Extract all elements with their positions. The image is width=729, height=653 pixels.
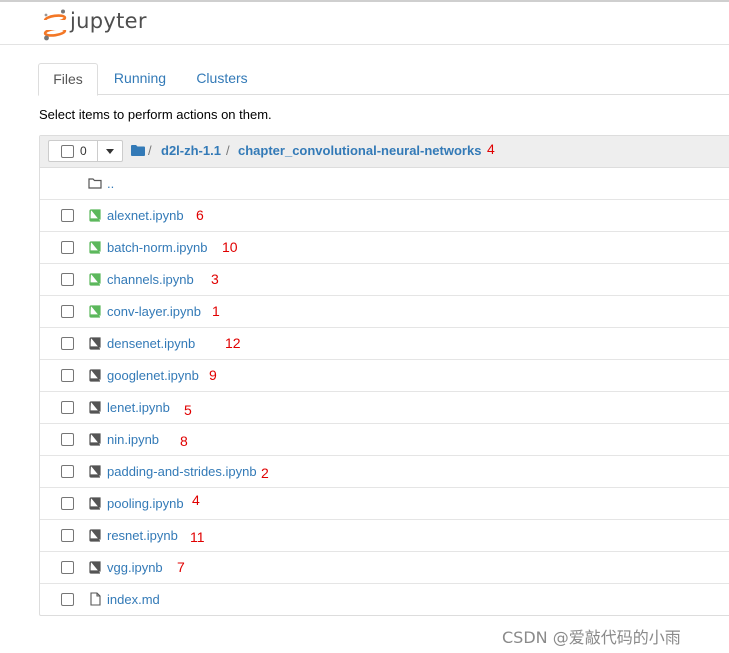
notebook-icon — [89, 337, 101, 350]
list-item[interactable]: resnet.ipynb — [40, 520, 729, 552]
tab-files[interactable]: Files — [38, 63, 98, 96]
list-item[interactable]: batch-norm.ipynb — [40, 232, 729, 264]
item-checkbox[interactable] — [61, 209, 74, 222]
caret-down-icon — [106, 149, 114, 154]
selection-hint: Select items to perform actions on them. — [39, 107, 272, 122]
file-link[interactable]: index.md — [107, 592, 160, 607]
annotation-number: 1 — [212, 303, 220, 319]
folder-icon[interactable] — [131, 145, 145, 156]
logo-text: jupyter — [70, 9, 147, 33]
item-checkbox[interactable] — [61, 529, 74, 542]
list-item[interactable]: padding-and-strides.ipynb — [40, 456, 729, 488]
list-item[interactable]: vgg.ipynb — [40, 552, 729, 584]
selected-count: 0 — [80, 144, 87, 158]
list-item[interactable]: pooling.ipynb — [40, 488, 729, 520]
annotation-number: 4 — [487, 141, 495, 157]
list-item[interactable]: densenet.ipynb — [40, 328, 729, 360]
notebook-icon — [89, 401, 101, 414]
breadcrumb-separator: / — [148, 143, 152, 158]
item-checkbox[interactable] — [61, 273, 74, 286]
breadcrumb-separator: / — [226, 143, 230, 158]
item-checkbox[interactable] — [61, 593, 74, 606]
updir-link[interactable]: .. — [107, 176, 114, 191]
file-list-header: 0 / d2l-zh-1.1 / chapter_convolutional-n… — [40, 136, 729, 168]
notebook-icon — [89, 433, 101, 446]
breadcrumb-current-link[interactable]: chapter_convolutional-neural-networks — [238, 143, 481, 158]
file-link[interactable]: pooling.ipynb — [107, 496, 184, 511]
file-link[interactable]: resnet.ipynb — [107, 528, 178, 543]
file-link[interactable]: lenet.ipynb — [107, 400, 170, 415]
item-checkbox[interactable] — [61, 401, 74, 414]
item-checkbox[interactable] — [61, 497, 74, 510]
annotation-number: 8 — [180, 433, 188, 449]
annotation-number: 5 — [184, 402, 192, 418]
list-item[interactable]: conv-layer.ipynb — [40, 296, 729, 328]
item-checkbox[interactable] — [61, 465, 74, 478]
list-item[interactable]: index.md — [40, 584, 729, 615]
list-item[interactable]: lenet.ipynb — [40, 392, 729, 424]
tab-running[interactable]: Running — [107, 63, 173, 93]
notebook-icon — [89, 497, 101, 510]
file-link[interactable]: channels.ipynb — [107, 272, 194, 287]
list-item[interactable]: googlenet.ipynb — [40, 360, 729, 392]
notebook-running-icon — [89, 241, 101, 254]
tab-clusters[interactable]: Clusters — [188, 63, 256, 93]
annotation-number: 4 — [192, 492, 200, 508]
annotation-number: 6 — [196, 207, 204, 223]
file-link[interactable]: batch-norm.ipynb — [107, 240, 207, 255]
file-link[interactable]: padding-and-strides.ipynb — [107, 464, 257, 479]
annotation-number: 3 — [211, 271, 219, 287]
file-link[interactable]: alexnet.ipynb — [107, 208, 184, 223]
file-link[interactable]: nin.ipynb — [107, 432, 159, 447]
list-item[interactable]: channels.ipynb — [40, 264, 729, 296]
annotation-number: 12 — [225, 335, 241, 351]
select-dropdown-button[interactable] — [97, 140, 123, 162]
notebook-icon — [89, 465, 101, 478]
notebook-icon — [89, 369, 101, 382]
file-list-panel: 0 / d2l-zh-1.1 / chapter_convolutional-n… — [39, 135, 729, 616]
file-link[interactable]: vgg.ipynb — [107, 560, 163, 575]
breadcrumb-parent-link[interactable]: d2l-zh-1.1 — [161, 143, 221, 158]
select-all-checkbox[interactable] — [61, 145, 74, 158]
folder-outline-icon — [88, 178, 102, 189]
item-checkbox[interactable] — [61, 337, 74, 350]
annotation-number: 10 — [222, 239, 238, 255]
jupyter-file-browser: jupyter Files Running Clusters Select it… — [0, 0, 729, 653]
annotation-number: 2 — [261, 465, 269, 481]
header: jupyter — [0, 2, 729, 45]
item-checkbox[interactable] — [61, 241, 74, 254]
item-checkbox[interactable] — [61, 433, 74, 446]
item-checkbox[interactable] — [61, 561, 74, 574]
list-item-updir[interactable]: .. — [40, 168, 729, 200]
notebook-running-icon — [89, 273, 101, 286]
item-checkbox[interactable] — [61, 369, 74, 382]
annotation-number: 7 — [177, 559, 185, 575]
notebook-icon — [89, 529, 101, 542]
csdn-watermark: CSDN @爱敲代码的小雨 — [502, 628, 681, 647]
file-link[interactable]: googlenet.ipynb — [107, 368, 199, 383]
list-item[interactable]: alexnet.ipynb — [40, 200, 729, 232]
tab-bar: Files Running Clusters — [38, 63, 729, 96]
list-item[interactable]: nin.ipynb — [40, 424, 729, 456]
notebook-icon — [89, 561, 101, 574]
annotation-number: 9 — [209, 367, 217, 383]
select-all-button[interactable]: 0 — [48, 140, 98, 162]
file-link[interactable]: conv-layer.ipynb — [107, 304, 201, 319]
item-checkbox[interactable] — [61, 305, 74, 318]
notebook-running-icon — [89, 305, 101, 318]
notebook-running-icon — [89, 209, 101, 222]
file-icon — [90, 592, 101, 606]
file-link[interactable]: densenet.ipynb — [107, 336, 195, 351]
annotation-number: 11 — [190, 529, 205, 545]
